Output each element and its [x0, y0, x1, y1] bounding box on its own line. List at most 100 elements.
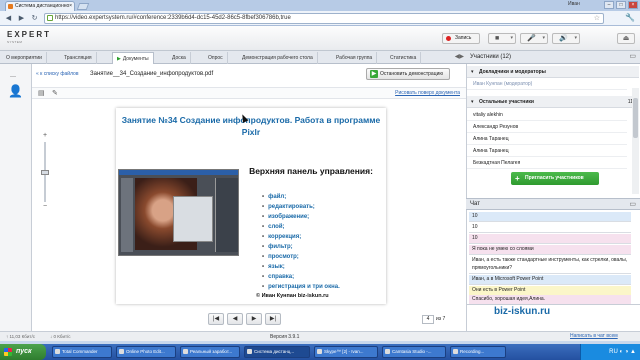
participant-item[interactable]: Алина Таранец — [467, 134, 627, 145]
url-text: https://video.expertsystem.ru/#conferenc… — [55, 15, 291, 21]
taskbar-item[interactable]: Camtasia Studio -... — [382, 346, 446, 358]
microphone-toggle[interactable]: 🎤 ▾ — [520, 33, 548, 44]
camera-toggle[interactable]: ■ ▾ — [488, 33, 516, 44]
url-input[interactable]: https://video.expertsystem.ru/#conferenc… — [44, 13, 604, 24]
last-page-button[interactable]: ▶| — [265, 313, 281, 325]
tab-broadcast[interactable]: Трансляция — [60, 52, 97, 64]
lock-icon — [47, 15, 53, 21]
page-number-input[interactable]: 4 — [422, 315, 434, 324]
browser-user-name[interactable]: Иван — [568, 1, 580, 7]
tab-workgroup[interactable]: Рабочая группа — [332, 52, 378, 64]
zoom-thumb[interactable] — [41, 169, 49, 175]
start-button[interactable]: пуск — [0, 344, 46, 360]
bookmark-star-icon[interactable]: ☆ — [594, 14, 600, 23]
speaker-caret-icon[interactable]: ▾ — [574, 35, 577, 41]
first-page-button[interactable]: |◀ — [208, 313, 224, 325]
stop-demo-label: Остановить демонстрацию — [380, 71, 444, 77]
tab-poll[interactable]: Опрос — [204, 52, 228, 64]
participants-scrollbar[interactable] — [632, 88, 639, 194]
tab-statistics[interactable]: Статистика — [386, 52, 422, 64]
tabs-scroll-arrows-icon[interactable]: ◀▶ — [455, 53, 464, 60]
participant-item[interactable]: Александр Резунов — [467, 122, 627, 133]
participant-item[interactable]: Алина Таранец — [467, 146, 627, 157]
wrench-menu-icon[interactable]: 🔧 — [625, 13, 635, 22]
draw-over-document-link[interactable]: Рисовать поверх документа — [395, 90, 460, 96]
plus-icon: + — [515, 174, 520, 183]
speaker-icon: 🔊 — [559, 35, 568, 42]
zoom-out-icon[interactable]: − — [41, 203, 49, 210]
write-to-chat-link[interactable]: Написать в чат всем — [570, 333, 618, 339]
conference-tabs: О мероприятии Трансляция ▶ Документы Доск… — [0, 51, 466, 64]
others-section-header[interactable]: Остальные участники 11 — [467, 96, 639, 108]
user-avatar-icon[interactable]: 👤 — [8, 84, 23, 98]
system-tray[interactable]: RU ◐ ◑ ▲ — [580, 344, 640, 360]
chat-message: 10 — [469, 223, 631, 233]
page-total: из 7 — [436, 316, 446, 322]
slide-bullet-item: коррекция; — [262, 232, 386, 242]
app-icon — [183, 349, 188, 354]
stop-demo-button[interactable]: ▶ Остановить демонстрацию — [366, 68, 450, 80]
rail-collapse-icon[interactable]: — — [10, 74, 16, 80]
forward-arrow-icon[interactable]: ▶ — [17, 14, 26, 23]
camera-caret-icon[interactable]: ▾ — [510, 35, 513, 41]
taskbar-item-label: Реальный заработ... — [190, 349, 233, 354]
camera-icon: ■ — [495, 35, 500, 42]
browser-tab-title: Система дистанционно — [15, 3, 70, 9]
taskbar-item-active[interactable]: Система дистанц... — [244, 346, 310, 358]
back-arrow-icon[interactable]: ◀ — [4, 14, 13, 23]
active-tab-play-icon: ▶ — [117, 56, 121, 62]
microphone-icon: 🎤 — [527, 35, 536, 42]
reload-icon[interactable]: ↻ — [30, 14, 39, 23]
speaker-toggle[interactable]: 🔊 ▾ — [552, 33, 580, 44]
slide-bullet-item: просмотр; — [262, 252, 386, 262]
tab-documents[interactable]: ▶ Документы — [112, 52, 154, 64]
app-icon — [247, 349, 252, 354]
slide-bullet-item: фильтр; — [262, 242, 386, 252]
taskbar-item[interactable]: Реальный заработ... — [180, 346, 240, 358]
taskbar-item[interactable]: Skype™ [2] - Ivan... — [314, 346, 378, 358]
maximize-button[interactable]: □ — [616, 1, 626, 9]
exit-icon[interactable]: ⏏ — [617, 33, 635, 44]
back-to-files-link[interactable]: « к списку файлов — [36, 71, 78, 77]
tab-about[interactable]: О мероприятии — [2, 52, 47, 64]
invite-participants-button[interactable]: + Пригласить участников — [511, 172, 599, 185]
slide-bullet-item: язык; — [262, 262, 386, 272]
record-button[interactable]: Запись — [442, 33, 480, 44]
new-tab-button[interactable] — [76, 3, 90, 10]
taskbar-item-label: Camtasia Studio -... — [392, 349, 432, 354]
microphone-caret-icon[interactable]: ▾ — [542, 35, 545, 41]
next-page-button[interactable]: ▶ — [246, 313, 262, 325]
tab-desktop-share[interactable]: Демонстрация рабочего стола — [238, 52, 318, 64]
print-icon[interactable]: ▤ — [38, 89, 45, 97]
participant-item[interactable]: Безкадтная Пелагея — [467, 158, 627, 169]
play-icon: ▶ — [370, 70, 378, 78]
chat-title: Чат — [470, 201, 480, 207]
slide-bullet-list: файл; редактировать; изображение; слой; … — [262, 192, 386, 292]
slide-title: Занятие №34 Создание инфопродуктов. Рабо… — [121, 115, 381, 137]
taskbar-item[interactable]: Recording... — [450, 346, 506, 358]
zoom-in-icon[interactable]: + — [41, 132, 49, 139]
status-bar: ↑ 11,03 Кбит/с ↓ 0 Кбит/с Версия 3.9.1 — [0, 331, 640, 341]
moderators-section-header[interactable]: Докладчики и модераторы — [467, 66, 639, 78]
logo: EXPERT — [7, 30, 52, 39]
prev-page-button[interactable]: ◀ — [227, 313, 243, 325]
chat-message: Я пока не умею со слоями — [469, 245, 631, 255]
browser-tab[interactable]: Система дистанционно × — [5, 1, 75, 11]
moderators-heading: Докладчики и модераторы — [479, 69, 546, 75]
participants-collapse-icon[interactable]: ▭ — [629, 52, 636, 60]
chat-collapse-icon[interactable]: ▭ — [629, 200, 636, 208]
chat-message: 10 — [469, 234, 631, 244]
tab-close-icon[interactable]: × — [69, 2, 72, 11]
tab-board[interactable]: Доска — [168, 52, 191, 64]
close-window-button[interactable]: × — [628, 1, 638, 9]
zoom-slider[interactable]: + − — [40, 132, 50, 212]
chat-input[interactable] — [466, 304, 640, 331]
minimize-button[interactable]: – — [604, 1, 614, 9]
slide-bullet-item: файл; — [262, 192, 386, 202]
pen-icon[interactable]: ✎ — [52, 89, 58, 97]
taskbar-item[interactable]: Total Commander — [52, 346, 112, 358]
app-header: EXPERT SYSTEM Запись ■ ▾ 🎤 ▾ 🔊 ▾ ⏏ — [0, 26, 640, 51]
taskbar-item[interactable]: Online Photo Edit... — [116, 346, 176, 358]
participant-item[interactable]: vitaliy alekhin — [467, 110, 627, 121]
participant-moderator[interactable]: Иван Кунпан (модератор) — [467, 79, 627, 90]
